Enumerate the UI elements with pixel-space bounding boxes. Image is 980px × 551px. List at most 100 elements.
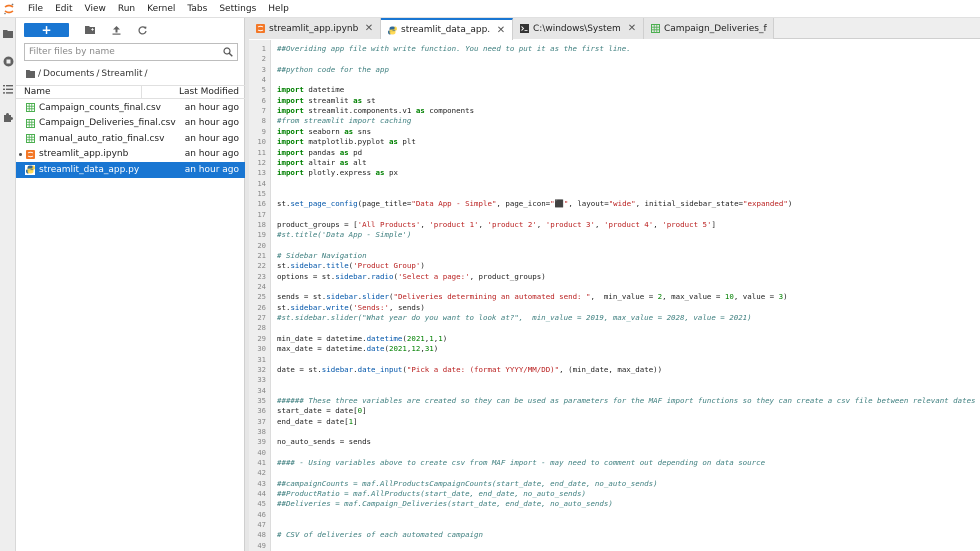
- code-token: as: [415, 106, 425, 116]
- code-line[interactable]: end_date = date[1]: [277, 417, 358, 427]
- code-token: 'Sends:': [353, 302, 389, 312]
- line-number: 29: [257, 333, 266, 343]
- menu-settings[interactable]: Settings: [213, 0, 262, 18]
- code-line[interactable]: st.set_page_config(page_title="Data App …: [277, 199, 792, 209]
- code-line[interactable]: import datetime: [277, 85, 344, 95]
- running-sessions-icon[interactable]: [0, 48, 16, 74]
- code-token: 'product 3': [545, 219, 596, 229]
- code-line[interactable]: product_groups = ['All Products', 'produ…: [277, 220, 716, 230]
- file-row[interactable]: streamlit_data_app.py an hour ago: [16, 162, 245, 178]
- filter-files-input[interactable]: [29, 47, 223, 57]
- breadcrumb-documents[interactable]: Documents: [43, 69, 94, 79]
- code-line[interactable]: #st.title('Data App - Simple'): [277, 230, 411, 240]
- breadcrumb-streamlit[interactable]: Streamlit: [101, 69, 142, 79]
- menu-file[interactable]: File: [22, 0, 49, 18]
- code-token: as: [339, 147, 349, 157]
- upload-icon[interactable]: [103, 22, 129, 38]
- refresh-icon[interactable]: [129, 22, 155, 38]
- code-line[interactable]: import streamlit as st: [277, 96, 376, 106]
- code-line[interactable]: #st.sidebar.slider("What year do you wan…: [277, 313, 752, 323]
- code-token: import: [277, 168, 304, 178]
- file-list-header: Name Last Modified: [16, 85, 245, 99]
- code-line[interactable]: start_date = date[0]: [277, 406, 367, 416]
- code-line[interactable]: ##campaignCounts = maf.AllProductsCampai…: [277, 479, 658, 489]
- code-token: st.: [277, 261, 291, 271]
- code-line[interactable]: import plotly.express as px: [277, 168, 398, 178]
- code-token: 31: [424, 344, 434, 354]
- file-row[interactable]: manual_auto_ratio_final.csv an hour ago: [16, 131, 245, 147]
- code-line[interactable]: options = st.sidebar.radio('Select a pag…: [277, 272, 546, 282]
- close-tab-icon[interactable]: ✕: [364, 23, 374, 34]
- activity-bar: [0, 18, 16, 551]
- close-tab-icon[interactable]: ✕: [627, 23, 637, 34]
- column-header-name[interactable]: Name: [16, 85, 142, 99]
- table-of-contents-icon[interactable]: [0, 76, 16, 102]
- code-line[interactable]: # CSV of deliveries of each automated ca…: [277, 530, 483, 540]
- line-number: 1: [261, 44, 266, 53]
- code-token: sidebar: [290, 302, 322, 312]
- file-row[interactable]: Campaign_Deliveries_final.csv an hour ago: [16, 116, 245, 132]
- file-row[interactable]: Campaign_counts_final.csv an hour ago: [16, 100, 245, 116]
- code-token: ##Deliveries = maf.Campaign_Deliveries(s…: [277, 499, 613, 509]
- menu-view[interactable]: View: [79, 0, 112, 18]
- code-token: import: [277, 157, 304, 167]
- code-line[interactable]: ###### These three variables are created…: [277, 396, 976, 406]
- code-line[interactable]: no_auto_sends = sends: [277, 437, 371, 447]
- code-line[interactable]: max_date = datetime.date(2021,12,31): [277, 344, 438, 354]
- file-row[interactable]: streamlit_app.ipynb an hour ago: [16, 147, 245, 163]
- code-token: import: [277, 137, 304, 147]
- code-token: ]: [353, 416, 358, 426]
- code-token: ,: [595, 219, 604, 229]
- code-line[interactable]: ##Overiding app file with write function…: [277, 44, 631, 54]
- code-line[interactable]: #### - Using variables above to create c…: [277, 458, 765, 468]
- column-header-last-modified[interactable]: Last Modified: [142, 86, 245, 99]
- tab-python[interactable]: streamlit_data_app.py ✕: [381, 18, 513, 40]
- code-line[interactable]: # Sidebar Navigation: [277, 251, 367, 261]
- code-line[interactable]: ##Deliveries = maf.Campaign_Deliveries(s…: [277, 499, 613, 509]
- breadcrumb-separator: /: [38, 69, 42, 79]
- code-line[interactable]: st.sidebar.write('Sends:', sends): [277, 303, 425, 313]
- menu-run[interactable]: Run: [112, 0, 141, 18]
- folder-icon[interactable]: [0, 20, 16, 46]
- code-line[interactable]: #from streamlit import caching: [277, 116, 411, 126]
- code-line[interactable]: ##ProductRatio = maf.AllProducts(start_d…: [277, 489, 586, 499]
- python-icon: [387, 25, 397, 35]
- jupyter-logo-icon: [0, 0, 18, 18]
- line-number: 26: [257, 302, 266, 312]
- tab-terminal[interactable]: C:\windows\System32\Windo ✕: [513, 18, 644, 39]
- code-editor[interactable]: 1 2 3 4 5 6 7 8 9 10 11 12 13 14 15 16 17 18 19 20 21 22 23 24 2…: [249, 40, 980, 551]
- code-line[interactable]: import pandas as pd: [277, 148, 362, 158]
- menu-help[interactable]: Help: [262, 0, 295, 18]
- close-tab-icon[interactable]: ✕: [496, 25, 506, 36]
- menu-kernel[interactable]: Kernel: [141, 0, 181, 18]
- new-folder-icon[interactable]: [77, 22, 103, 38]
- code-token: altair: [303, 157, 340, 167]
- code-line[interactable]: import seaborn as sns: [277, 127, 371, 137]
- tab-spreadsheet[interactable]: Campaign_Deliveries_final.cs: [644, 18, 774, 39]
- code-token: sidebar: [290, 261, 322, 271]
- code-token: px: [384, 168, 398, 178]
- tab-notebook[interactable]: streamlit_app.ipynb ✕: [249, 18, 381, 39]
- python-icon: [25, 164, 35, 175]
- code-token: 'product 4': [603, 219, 654, 229]
- code-line[interactable]: import streamlit.components.v1 as compon…: [277, 106, 474, 116]
- code-line[interactable]: date = st.sidebar.date_input("Pick a dat…: [277, 365, 662, 375]
- menu-edit[interactable]: Edit: [49, 0, 78, 18]
- line-number: 18: [257, 219, 266, 229]
- file-list: Campaign_counts_final.csv an hour ago Camp…: [16, 100, 245, 178]
- new-launcher-button[interactable]: +: [24, 23, 69, 37]
- code-token: , page_icon=: [496, 199, 551, 209]
- code-line[interactable]: st.sidebar.title('Product Group'): [277, 261, 425, 271]
- code-line[interactable]: sends = st.sidebar.slider("Deliveries de…: [277, 292, 788, 302]
- code-line[interactable]: ##python code for the app: [277, 65, 389, 75]
- menu-tabs[interactable]: Tabs: [181, 0, 213, 18]
- code-token: as: [375, 168, 385, 178]
- code-token: min_date = datetime.: [277, 333, 367, 343]
- code-line[interactable]: import matplotlib.pyplot as plt: [277, 137, 416, 147]
- code-line[interactable]: min_date = datetime.datetime(2021,1,1): [277, 334, 447, 344]
- code-token: 12: [411, 344, 421, 354]
- code-token: sidebar: [321, 364, 354, 374]
- extension-puzzle-icon[interactable]: [0, 104, 16, 130]
- home-folder-icon[interactable]: [26, 70, 35, 78]
- code-line[interactable]: import altair as alt: [277, 158, 367, 168]
